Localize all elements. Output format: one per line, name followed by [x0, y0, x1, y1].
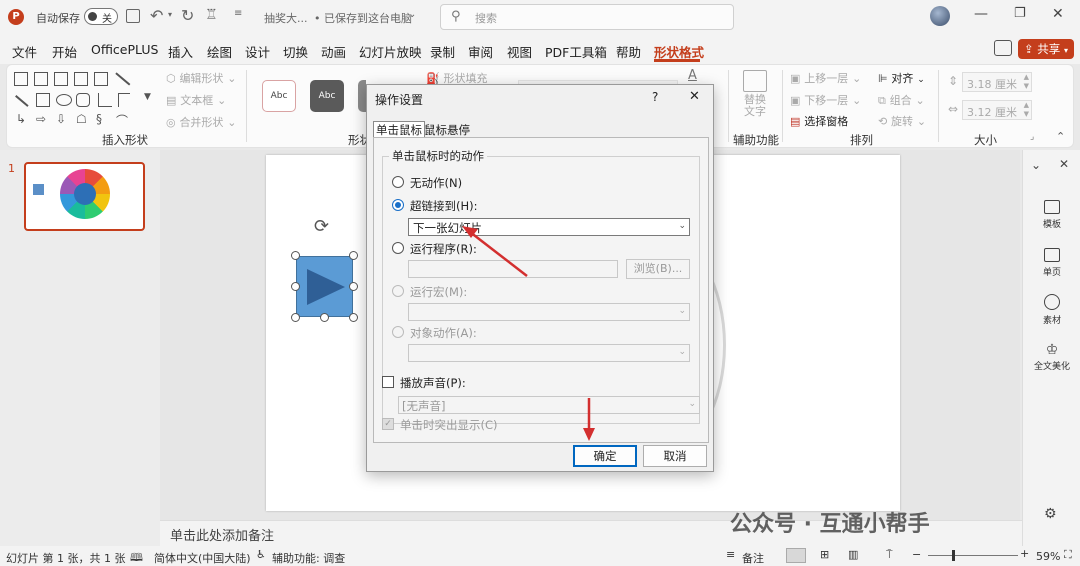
annotation-arrow-hyperlink: [469, 231, 528, 277]
annotation-arrowhead-ok: [583, 428, 595, 441]
annotation-arrows: [462, 226, 595, 441]
